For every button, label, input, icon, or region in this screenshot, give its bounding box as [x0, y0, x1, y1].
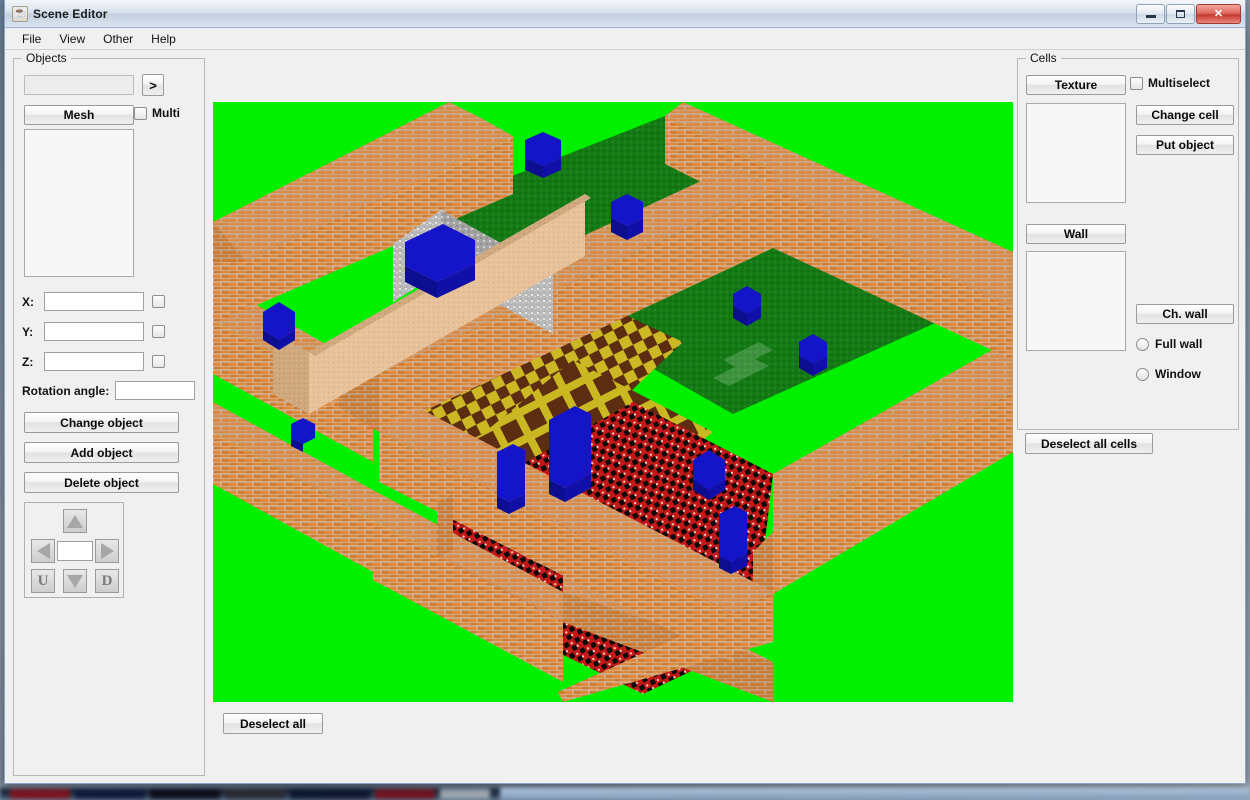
title-bar[interactable]: ☕ Scene Editor ✕	[5, 0, 1245, 28]
change-object-button[interactable]: Change object	[24, 412, 179, 433]
maximize-icon	[1176, 9, 1185, 18]
move-d-button[interactable]: D	[95, 569, 119, 593]
multi-checkbox[interactable]: Multi	[134, 106, 180, 120]
mesh-button[interactable]: Mesh	[24, 105, 134, 125]
coord-row-z: Z:	[22, 352, 198, 371]
multiselect-checkbox-label: Multiselect	[1148, 76, 1211, 90]
objects-panel: Objects > Mesh Multi X: Y: Z: Rotation a…	[13, 51, 205, 776]
radio-full-wall[interactable]: Full wall	[1136, 337, 1202, 351]
coord-lock-checkbox-x[interactable]	[152, 295, 165, 308]
window-controls: ✕	[1135, 3, 1241, 24]
radio-window[interactable]: Window	[1136, 367, 1201, 381]
rotation-angle-label: Rotation angle:	[22, 383, 110, 398]
coord-input-z[interactable]	[44, 352, 144, 371]
scene-svg	[213, 102, 1013, 702]
arrow-up-icon	[67, 514, 83, 528]
coord-input-y[interactable]	[44, 322, 144, 341]
multi-checkbox-label: Multi	[152, 106, 180, 120]
objects-panel-title: Objects	[22, 51, 71, 65]
window-body: Objects > Mesh Multi X: Y: Z: Rotation a…	[5, 50, 1245, 783]
taskbar[interactable]	[0, 788, 1250, 800]
coord-label-x: X:	[22, 294, 34, 309]
ch-wall-button[interactable]: Ch. wall	[1136, 304, 1234, 324]
coord-label-y: Y:	[22, 324, 34, 339]
move-left-button[interactable]	[31, 539, 55, 563]
move-right-button[interactable]	[95, 539, 119, 563]
maximize-button[interactable]	[1166, 3, 1195, 24]
object-move-pad: U D	[24, 502, 124, 598]
radio-circle-window[interactable]	[1136, 367, 1149, 381]
move-u-button[interactable]: U	[31, 569, 55, 593]
menu-bar: File View Other Help	[5, 28, 1245, 50]
deselect-all-button[interactable]: Deselect all	[223, 713, 323, 734]
move-step-input[interactable]	[57, 541, 93, 561]
radio-label-full-wall: Full wall	[1155, 337, 1203, 351]
minimize-button[interactable]	[1136, 3, 1165, 24]
move-down-button[interactable]	[63, 569, 87, 593]
application-window: ☕ Scene Editor ✕ File View Other Help Ob…	[4, 0, 1246, 784]
coord-row-y: Y:	[22, 322, 198, 341]
multiselect-checkbox[interactable]: Multiselect	[1130, 76, 1210, 90]
coord-row-x: X:	[22, 292, 198, 311]
coord-label-z: Z:	[22, 354, 34, 369]
coord-lock-checkbox-z[interactable]	[152, 355, 165, 368]
rotation-angle-input[interactable]	[115, 381, 196, 400]
wall-button[interactable]: Wall	[1026, 224, 1126, 244]
close-button[interactable]: ✕	[1196, 3, 1241, 24]
put-object-button[interactable]: Put object	[1136, 135, 1234, 155]
cells-panel: Cells Texture Multiselect Change cell Pu…	[1017, 51, 1239, 430]
deselect-all-cells-button[interactable]: Deselect all cells	[1025, 433, 1153, 454]
cells-panel-title: Cells	[1026, 51, 1061, 65]
radio-circle-full-wall[interactable]	[1136, 337, 1149, 351]
delete-object-button[interactable]: Delete object	[24, 472, 179, 493]
arrow-left-icon	[36, 543, 50, 559]
arrow-right-icon	[100, 543, 114, 559]
menu-item-other[interactable]: Other	[94, 29, 142, 49]
texture-list[interactable]	[1026, 103, 1126, 203]
minimize-icon	[1145, 15, 1156, 18]
checkbox-box-multi[interactable]	[134, 106, 147, 120]
object-name-input[interactable]	[24, 75, 134, 95]
java-coffee-cup-icon: ☕	[12, 5, 28, 22]
add-object-button[interactable]: Add object	[24, 442, 179, 463]
wall-list[interactable]	[1026, 251, 1126, 351]
checkbox-box-multiselect[interactable]	[1130, 76, 1143, 90]
rotation-row: Rotation angle:	[22, 381, 196, 400]
move-up-button[interactable]	[63, 509, 87, 533]
go-button[interactable]: >	[142, 74, 164, 96]
scene-3d-render[interactable]	[213, 102, 1013, 702]
mesh-list[interactable]	[24, 129, 134, 277]
menu-item-view[interactable]: View	[50, 29, 94, 49]
menu-item-help[interactable]: Help	[142, 29, 185, 49]
arrow-down-icon	[67, 574, 83, 588]
texture-button[interactable]: Texture	[1026, 75, 1126, 95]
radio-label-window: Window	[1155, 367, 1201, 381]
coord-input-x[interactable]	[44, 292, 144, 311]
menu-item-file[interactable]: File	[13, 29, 50, 49]
coord-lock-checkbox-y[interactable]	[152, 325, 165, 338]
change-cell-button[interactable]: Change cell	[1136, 105, 1234, 125]
window-title: Scene Editor	[33, 6, 108, 21]
